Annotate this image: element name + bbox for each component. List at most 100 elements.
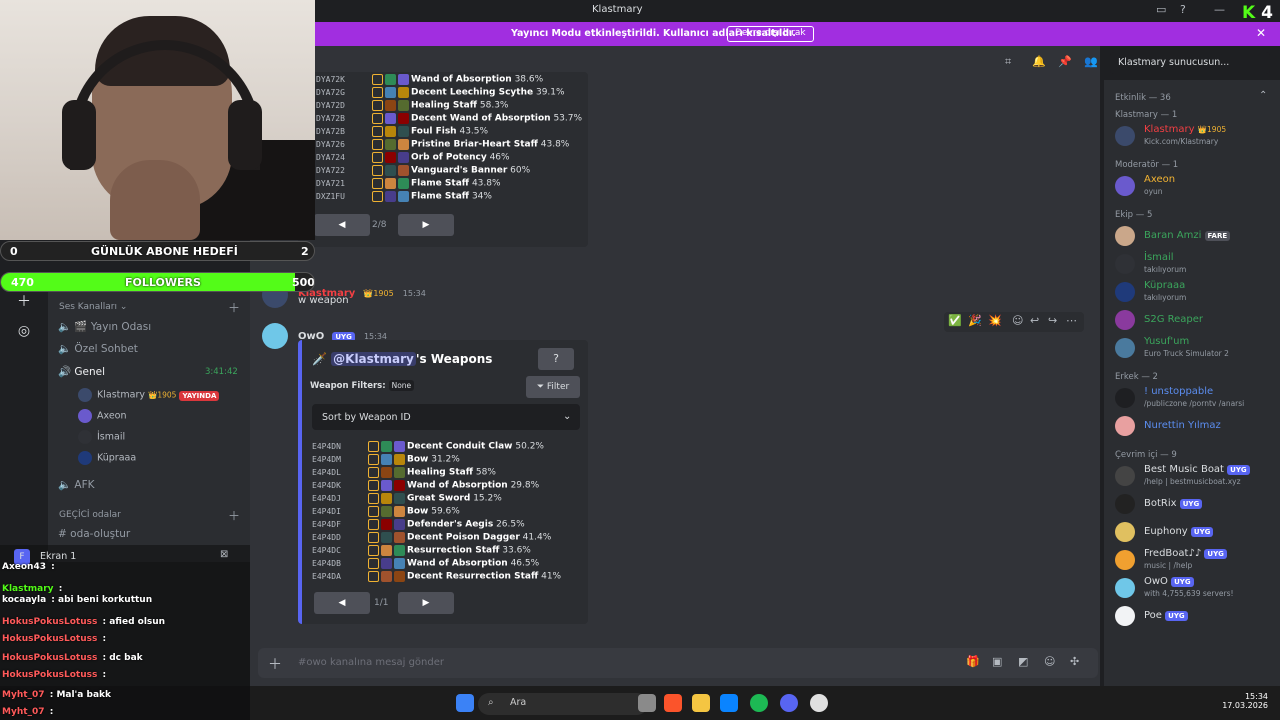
weapon-id: E4P4DL <box>312 468 341 477</box>
gift-icon[interactable]: 🎁 <box>966 655 980 668</box>
add-server-icon[interactable]: ＋ <box>11 289 37 315</box>
threads-icon[interactable]: ⌗ <box>1005 55 1011 69</box>
member-item[interactable]: Küpraaa takılıyorum <box>1115 280 1275 306</box>
owo-avatar[interactable] <box>262 323 288 349</box>
member-item[interactable]: Baran Amzi FARE <box>1115 224 1275 250</box>
avatar <box>1115 466 1135 486</box>
help-icon[interactable]: ? <box>1180 3 1186 16</box>
stream-chat-lines: Axeon43 : Klastmary : kocaayla : abi ben… <box>0 562 250 720</box>
member-item[interactable]: Yusuf'um Euro Truck Simulator 2 <box>1115 336 1275 362</box>
party-reaction-icon[interactable]: 🎉 <box>968 314 982 327</box>
weapon-list: E4P4DN Decent Conduit Claw 50.2% E4P4DM Bow… <box>312 441 561 584</box>
message-composer[interactable]: ＋ #owo kanalına mesaj gönder 🎁 ▣ ◩ ☺ ✣ <box>258 648 1098 678</box>
add-attachment-icon[interactable]: ＋ <box>268 654 282 674</box>
headset-right-cup <box>228 100 262 170</box>
avatar <box>1115 416 1135 436</box>
taskbar-clock[interactable]: 15:34 17.03.2026 <box>1218 692 1268 710</box>
search-pill[interactable]: Klastmary sunucusun... <box>1110 52 1270 74</box>
channel-oda-olustur[interactable]: # oda-oluştur <box>58 528 130 540</box>
obs-icon[interactable] <box>810 694 828 712</box>
window-title: Klastmary <box>592 4 643 15</box>
help-button[interactable]: ? <box>538 348 574 370</box>
next-page-button[interactable]: ▶ <box>398 592 454 614</box>
member-item[interactable]: Best Music Boat UYG/help | bestmusicboat… <box>1115 464 1275 490</box>
bot-badge: UYG <box>1204 549 1227 559</box>
member-list: Etkinlik — 36 ⌃ Klastmary — 1 Klastmary 👑… <box>1104 80 1280 686</box>
member-item[interactable]: ! unstoppable/publiczone /porntv /anarsi <box>1115 386 1275 412</box>
weapon-row: DXZ1FU Flame Staff 34% <box>316 191 582 204</box>
weapon-name: Vanguard's Banner <box>411 165 508 176</box>
voice-channel-yayin[interactable]: 🔈 🎬 Yayın Odası <box>58 320 151 333</box>
passive-icon <box>394 532 405 543</box>
check-reaction-icon[interactable]: ✅ <box>948 314 962 327</box>
members-icon[interactable]: 👥 <box>1084 55 1098 68</box>
close-banner-icon[interactable]: ✕ <box>1256 26 1266 40</box>
next-page-button[interactable]: ▶ <box>398 214 454 236</box>
member-item[interactable]: S2G Reaper <box>1115 308 1275 334</box>
add-reaction-icon[interactable]: ☺ <box>1012 314 1023 327</box>
member-item[interactable]: OwO UYG with 4,755,639 servers! <box>1115 576 1275 602</box>
member-item[interactable]: BotRix UYG <box>1115 492 1275 518</box>
member-item[interactable]: Poe UYG <box>1115 604 1275 630</box>
voice-user[interactable]: Klastmary 👑1905 YAYINDA <box>78 388 220 402</box>
user-mention[interactable]: @Klastmary <box>331 352 416 366</box>
add-temp-channel-icon[interactable]: ＋ <box>228 507 240 524</box>
voice-user[interactable]: Axeon <box>78 409 127 423</box>
voice-category[interactable]: Ses Kanalları ⌄ <box>59 302 127 312</box>
member-item[interactable]: Nurettin Yılmaz <box>1115 414 1275 440</box>
member-item[interactable]: Euphony UYG <box>1115 520 1275 546</box>
taskbar-search[interactable]: ⌕ Ara <box>478 693 648 715</box>
emoji-icon[interactable]: ☺ <box>1044 655 1055 668</box>
weapon-row: DYA721 Flame Staff 43.8% <box>316 178 582 191</box>
sticker-icon[interactable]: ◩ <box>1018 655 1028 668</box>
spotify-icon[interactable] <box>750 694 768 712</box>
chevron-up-icon[interactable]: ⌃ <box>1259 90 1267 101</box>
discover-icon[interactable]: ◎ <box>11 318 37 344</box>
prev-page-button[interactable]: ◀ <box>314 592 370 614</box>
member-item[interactable]: FredBoat♪♪ UYG music | /help <box>1115 548 1275 574</box>
weapon-name: Decent Conduit Claw <box>407 441 513 452</box>
voice-channel-genel[interactable]: 🔊 Genel <box>58 365 105 378</box>
avatar <box>78 388 92 402</box>
mail-icon[interactable] <box>720 694 738 712</box>
spark-reaction-icon[interactable]: 💥 <box>988 314 1002 327</box>
temp-category[interactable]: GEÇİCİ odalar <box>59 510 121 520</box>
live-badge: YAYINDA <box>179 390 220 401</box>
channel-label: Özel Sohbet <box>74 343 138 355</box>
gif-icon[interactable]: ▣ <box>992 655 1002 668</box>
inbox-icon[interactable]: ▭ <box>1156 3 1166 16</box>
sort-select[interactable]: Sort by Weapon ID ⌄ <box>312 404 580 430</box>
sub-badge: 👑1905 <box>1197 125 1227 134</box>
member-item[interactable]: Klastmary 👑1905 Kick.com/Klastmary <box>1115 124 1275 150</box>
file-explorer-icon[interactable] <box>692 694 710 712</box>
weapon-name: Decent Resurrection Staff <box>407 571 539 582</box>
voice-user[interactable]: Küpraaa <box>78 451 136 465</box>
avatar <box>1115 550 1135 570</box>
bell-icon[interactable]: 🔔 <box>1032 55 1046 68</box>
apps-icon[interactable]: ✣ <box>1070 655 1079 668</box>
weapon-id: E4P4DD <box>312 533 341 542</box>
member-item[interactable]: Axeon oyun <box>1115 174 1275 200</box>
voice-channel-ozel[interactable]: 🔈 Özel Sohbet <box>58 342 138 355</box>
prev-page-button[interactable]: ◀ <box>314 214 370 236</box>
close-screenshare-icon[interactable]: ⊠ <box>220 549 228 560</box>
more-icon[interactable]: ⋯ <box>1066 314 1077 327</box>
followers-current: 470 <box>11 276 34 289</box>
discord-icon[interactable] <box>780 694 798 712</box>
minimize-icon[interactable]: — <box>1214 3 1225 16</box>
voice-user[interactable]: İsmail <box>78 430 125 444</box>
bot-badge: UYG <box>1179 499 1203 509</box>
disable-streamer-mode-button[interactable]: Devre dışı bırak <box>727 26 814 42</box>
forward-icon[interactable]: ↪ <box>1048 314 1057 327</box>
reply-icon[interactable]: ↩ <box>1030 314 1039 327</box>
member-item[interactable]: İsmail takılıyorum <box>1115 252 1275 278</box>
brave-icon[interactable] <box>664 694 682 712</box>
filter-button[interactable]: ⏷ Filter <box>526 376 580 398</box>
task-view-icon[interactable] <box>638 694 656 712</box>
member-tag: FARE <box>1204 231 1231 241</box>
pin-icon[interactable]: 📌 <box>1058 55 1072 68</box>
voice-channel-afk[interactable]: 🔈 AFK <box>58 478 95 491</box>
add-channel-icon[interactable]: ＋ <box>228 299 240 316</box>
passive-icon <box>394 545 405 556</box>
windows-start-icon[interactable] <box>456 694 474 712</box>
